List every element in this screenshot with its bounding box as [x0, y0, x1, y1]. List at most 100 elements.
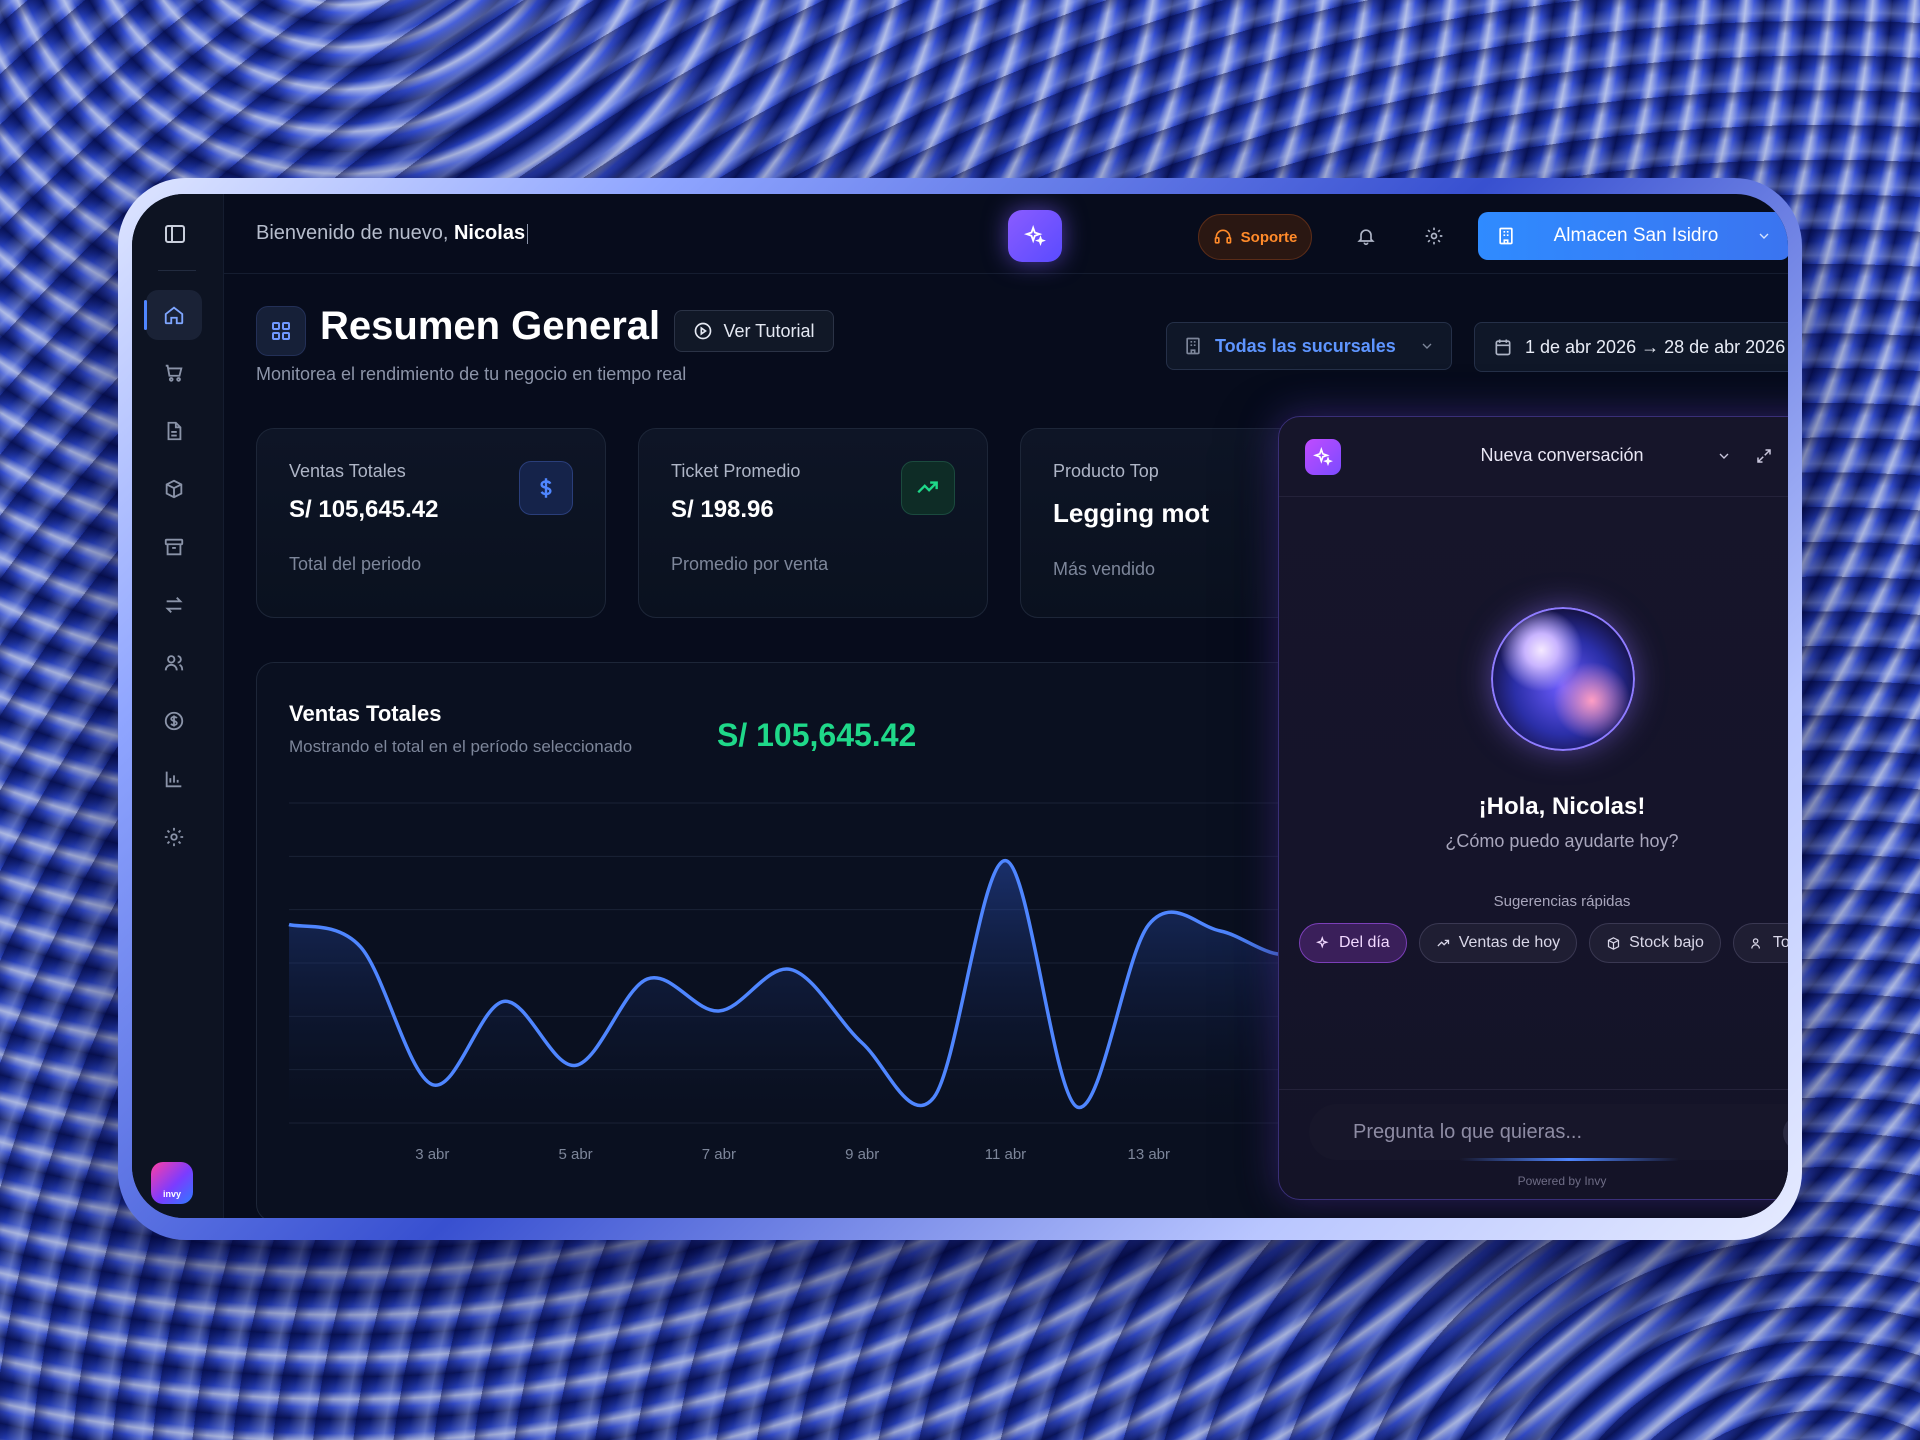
powered-by: Powered by Invy: [1517, 1174, 1607, 1188]
ai-chat-panel: Nueva conversación ¡Hola, Nicolas! ¿Cómo…: [1278, 416, 1788, 1200]
chat-history-dropdown[interactable]: [1709, 441, 1739, 471]
chart-point[interactable]: [713, 1005, 725, 1017]
chart-point[interactable]: [928, 1091, 940, 1103]
kpi-subtitle: Total del periodo: [289, 554, 422, 574]
logo-text: invy: [162, 1189, 181, 1199]
chevron-down-icon: [1759, 233, 1769, 239]
support-button[interactable]: Soporte: [1198, 214, 1312, 260]
chart-point[interactable]: [785, 963, 797, 975]
box-icon: [1608, 936, 1620, 950]
chart-point[interactable]: [426, 1079, 438, 1091]
app-logo[interactable]: invy: [151, 1162, 193, 1204]
box-icon: [165, 479, 183, 499]
chart-point[interactable]: [498, 995, 510, 1007]
x-tick-label: 3 abr: [415, 1146, 449, 1163]
chart-point[interactable]: [355, 941, 367, 953]
sidebar-item-products[interactable]: [146, 464, 202, 514]
chat-expand-button[interactable]: [1749, 441, 1779, 471]
store-selector[interactable]: Almacen San Isidro: [1478, 212, 1788, 260]
x-tick-label: 13 abr: [1127, 1146, 1170, 1163]
chip-ventas-de-hoy[interactable]: Ventas de hoy: [1418, 923, 1578, 963]
suggestion-chips: Del día Ventas de hoy Stock bajo Top ve: [1299, 923, 1788, 965]
building-icon: [1499, 227, 1513, 245]
chart-point[interactable]: [999, 855, 1011, 867]
main-content: Bienvenido de nuevo, Nicolas Soporte Alm…: [224, 194, 1788, 1218]
tutorial-label: Ver Tutorial: [723, 320, 815, 341]
settings-button[interactable]: [1416, 218, 1452, 254]
dollar-icon: [164, 711, 184, 731]
chart-point[interactable]: [1071, 1101, 1083, 1113]
sidebar-item-finance[interactable]: [146, 696, 202, 746]
sparkle-icon: [1024, 225, 1046, 247]
home-icon: [164, 306, 184, 325]
bell-icon: [1357, 229, 1375, 246]
chip-del-dia[interactable]: Del día: [1299, 923, 1407, 963]
input-glow: [1459, 1158, 1679, 1161]
headset-icon: [1214, 229, 1231, 244]
sidebar-item-transfers[interactable]: [146, 580, 202, 630]
sidebar: invy: [132, 194, 224, 1218]
sidebar-separator: [158, 270, 196, 271]
sidebar-item-reports[interactable]: [146, 754, 202, 804]
chart-point[interactable]: [283, 919, 295, 931]
expand-icon: [1757, 449, 1771, 463]
assistant-avatar-orb: [1491, 607, 1635, 751]
kpi-card-total-sales: Ventas Totales S/ 105,645.42 Total del p…: [256, 428, 606, 618]
chart-point[interactable]: [641, 973, 653, 985]
dollar-icon: [519, 461, 573, 515]
x-tick-label: 7 abr: [702, 1146, 736, 1163]
chat-close-button[interactable]: [1787, 441, 1788, 471]
page-title: Resumen General: [320, 304, 661, 348]
chip-label: Del día: [1339, 934, 1390, 951]
chat-question: ¿Cómo puedo ayudarte hoy?: [1445, 831, 1679, 851]
welcome-prefix: Bienvenido de nuevo,: [256, 222, 454, 244]
sidebar-item-documents[interactable]: [146, 406, 202, 456]
branch-select[interactable]: Todas las sucursales: [1166, 322, 1452, 370]
chart-point[interactable]: [570, 1059, 582, 1071]
play-circle-icon: [695, 322, 712, 340]
chip-label: Stock bajo: [1629, 934, 1704, 951]
gear-icon: [164, 827, 184, 847]
chevron-down-icon: [1719, 453, 1729, 459]
sidebar-toggle-icon[interactable]: [164, 224, 186, 244]
sidebar-item-customers[interactable]: [146, 638, 202, 688]
chart-point[interactable]: [856, 1037, 868, 1049]
support-label: Soporte: [1240, 228, 1298, 246]
sidebar-item-sales[interactable]: [146, 348, 202, 398]
chat-input[interactable]: [1309, 1104, 1788, 1160]
user-name: Nicolas: [453, 222, 526, 244]
chat-greeting: ¡Hola, Nicolas!: [1478, 793, 1646, 820]
chip-label: Ventas de hoy: [1458, 934, 1561, 951]
chip-label: Top ve: [1772, 934, 1788, 951]
document-icon: [167, 421, 182, 441]
sidebar-item-settings[interactable]: [146, 812, 202, 862]
x-tick-label: 11 abr: [985, 1146, 1026, 1163]
transfer-icon: [165, 597, 183, 613]
app-window: invy Bienvenido de nuevo, Nicolas Soport…: [132, 194, 1788, 1218]
chat-footer: Powered by Invy: [1279, 1089, 1788, 1199]
archive-icon: [164, 538, 184, 556]
sidebar-item-inventory[interactable]: [146, 522, 202, 572]
chart-point[interactable]: [1214, 925, 1226, 937]
sparkle-icon: [1316, 935, 1329, 949]
notifications-button[interactable]: [1348, 218, 1384, 254]
ai-assistant-button[interactable]: [1008, 210, 1062, 262]
date-range-picker[interactable]: 1 de abr 2026 → 28 de abr 2026: [1474, 322, 1788, 372]
tutorial-button[interactable]: Ver Tutorial: [674, 310, 834, 352]
cart-icon: [165, 364, 183, 382]
chart-point[interactable]: [1143, 919, 1155, 931]
chevron-down-icon: [1422, 343, 1432, 349]
text-caret: [527, 223, 529, 244]
chat-header: Nueva conversación: [1279, 417, 1788, 497]
chip-stock-bajo[interactable]: Stock bajo: [1589, 923, 1721, 963]
suggestions-title: Sugerencias rápidas: [1493, 893, 1631, 910]
chip-top-ventas[interactable]: Top ve: [1732, 923, 1788, 963]
sidebar-item-home[interactable]: [144, 290, 202, 340]
kpi-subtitle: Promedio por venta: [671, 554, 829, 574]
building-icon: [1186, 337, 1200, 355]
page-subtitle: Monitorea el rendimiento de tu negocio e…: [256, 364, 687, 384]
x-tick-label: 5 abr: [558, 1146, 592, 1163]
date-range-value: 1 de abr 2026 → 28 de abr 2026: [1525, 336, 1786, 357]
x-tick-label: 9 abr: [845, 1146, 879, 1163]
users-icon: [164, 655, 184, 671]
